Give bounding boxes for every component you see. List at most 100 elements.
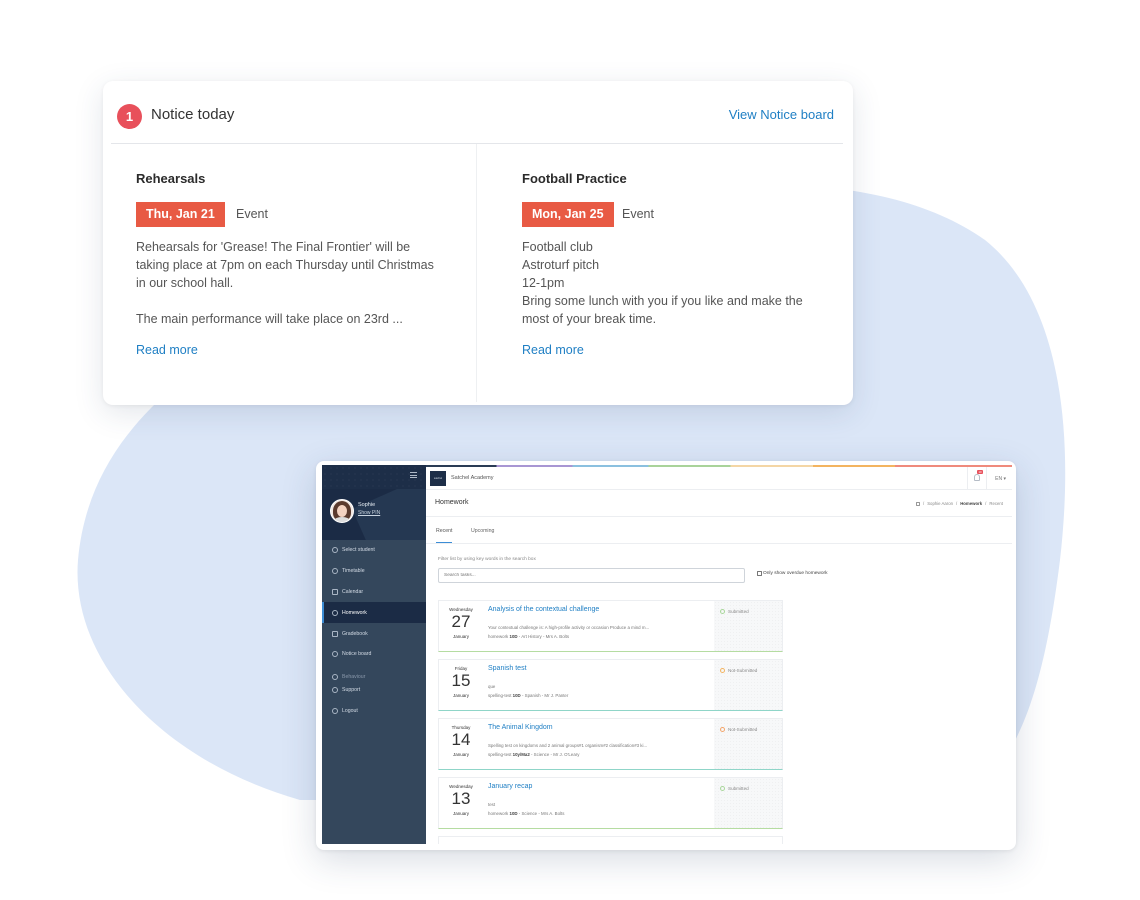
- homework-description: que: [488, 684, 496, 689]
- school-logo: satchel: [430, 470, 446, 486]
- sidebar-item-notice-board[interactable]: Notice board: [322, 644, 426, 665]
- main-content: satchel Satchel Academy 10 EN ▾ Homework…: [426, 465, 1012, 844]
- sidebar-item-label: Notice board: [342, 651, 372, 658]
- sidebar-item-calendar[interactable]: Calendar: [322, 582, 426, 603]
- calendar-icon: [332, 588, 338, 595]
- breadcrumb-item[interactable]: Homework: [960, 501, 982, 506]
- tab-recent[interactable]: Recent: [436, 528, 453, 543]
- sidebar-item-label: Calendar: [342, 588, 364, 595]
- homework-title[interactable]: Analysis of the contextual challenge: [488, 606, 599, 613]
- divider: [111, 143, 843, 144]
- notice-count-badge: 1: [117, 104, 142, 129]
- homework-item[interactable]: Friday 15 January Spanish test que spell…: [438, 659, 783, 711]
- homework-day: 27: [451, 612, 471, 631]
- profile-panel: Sophie Show PIN: [322, 489, 426, 540]
- sidebar-item-label: Timetable: [342, 568, 365, 575]
- book-icon: [332, 630, 338, 637]
- overdue-filter[interactable]: Only show overdue homework: [757, 571, 828, 576]
- power-icon: [332, 707, 338, 714]
- homework-day: 13: [451, 789, 471, 808]
- homework-title[interactable]: The Animal Kingdom: [488, 724, 553, 731]
- home-icon[interactable]: [915, 501, 920, 506]
- sidebar-item-label: Select student: [342, 547, 375, 554]
- sidebar: Sophie Show PIN Select student Timetable…: [322, 465, 426, 844]
- sidebar-item-behaviour[interactable]: Behaviour: [322, 665, 426, 680]
- overdue-label: Only show overdue homework: [763, 571, 828, 576]
- notice-body-line: Bring some lunch with you if you like an…: [522, 294, 803, 326]
- show-pin-link[interactable]: Show PIN: [358, 510, 380, 516]
- user-icon: [332, 609, 338, 616]
- sidebar-item-logout[interactable]: Logout: [322, 701, 426, 722]
- sidebar-item-support[interactable]: Support: [322, 680, 426, 701]
- notice-body-line: 12-1pm: [522, 276, 565, 290]
- homework-description: test: [488, 802, 496, 807]
- sidebar-item-select-student[interactable]: Select student: [322, 540, 426, 561]
- read-more-link[interactable]: Read more: [136, 343, 198, 357]
- breadcrumb-item[interactable]: Sophie Aaron: [927, 501, 953, 506]
- column-divider: [476, 144, 477, 402]
- notice-body-line: Rehearsals for 'Grease! The Final Fronti…: [136, 240, 434, 290]
- notice-date-badge: Mon, Jan 25: [522, 202, 614, 227]
- notice-title: Notice today: [151, 106, 235, 123]
- notice-item-title: Rehearsals: [136, 171, 206, 186]
- language-selector[interactable]: EN ▾: [995, 476, 1006, 482]
- avatar: [330, 499, 354, 523]
- hamburger-menu-icon[interactable]: [410, 472, 417, 478]
- notice-header: 1 Notice today View Notice board: [103, 81, 853, 144]
- notification-count: 10: [977, 469, 983, 474]
- sidebar-item-label: Gradebook: [342, 630, 368, 637]
- notice-body: Rehearsals for 'Grease! The Final Fronti…: [136, 238, 436, 328]
- profile-name: Sophie: [358, 502, 376, 508]
- filter-label: Filter list by using key words in the se…: [438, 557, 536, 562]
- read-more-link[interactable]: Read more: [522, 343, 584, 357]
- homework-day: 14: [451, 730, 471, 749]
- pin-icon: [332, 651, 338, 658]
- notice-body-line: The main performance will take place on …: [136, 312, 403, 326]
- homework-month: January: [452, 634, 469, 639]
- sidebar-item-homework[interactable]: Homework: [322, 602, 426, 624]
- notice-body-line: Football club: [522, 240, 593, 254]
- homework-month: January: [452, 752, 469, 757]
- sidebar-item-gradebook[interactable]: Gradebook: [322, 623, 426, 644]
- page-title: Homework: [435, 499, 469, 506]
- homework-description: Spelling test on kingdoms and 2 animal g…: [488, 743, 648, 748]
- search-input[interactable]: [438, 568, 745, 583]
- notice-item-title: Football Practice: [522, 171, 627, 186]
- overdue-checkbox[interactable]: [757, 571, 762, 576]
- breadcrumb-item: Recent: [989, 501, 1003, 506]
- homework-list: Wednesday 27 January Analysis of the con…: [438, 600, 783, 844]
- status-label: Submitted: [728, 609, 749, 614]
- school-name: Satchel Academy: [451, 474, 494, 481]
- homework-status: Submitted: [714, 601, 782, 651]
- app-window: Sophie Show PIN Select student Timetable…: [322, 465, 1012, 844]
- homework-month: January: [452, 811, 469, 816]
- sidebar-item-timetable[interactable]: Timetable: [322, 561, 426, 582]
- page-header: Homework / Sophie Aaron / Homework / Rec…: [426, 490, 1012, 517]
- view-notice-board-link[interactable]: View Notice board: [729, 107, 834, 122]
- homework-item[interactable]: Thursday 14 January The Animal Kingdom S…: [438, 718, 783, 770]
- notice-body-line: [136, 292, 436, 310]
- notifications-button[interactable]: 10: [967, 466, 987, 490]
- notice-type: Event: [622, 207, 654, 221]
- homework-item[interactable]: Wednesday 27 January Analysis of the con…: [438, 600, 783, 652]
- sidebar-top: [322, 465, 426, 489]
- sidebar-item-label: Logout: [342, 707, 358, 714]
- homework-item[interactable]: Wednesday 13 January January recap test …: [438, 777, 783, 829]
- sidebar-item-label: Homework: [342, 609, 367, 616]
- check-circle-icon: [720, 609, 725, 614]
- notice-date-badge: Thu, Jan 21: [136, 202, 225, 227]
- warning-icon: [720, 668, 725, 673]
- status-label: Not-Submitted: [728, 668, 758, 673]
- top-bar: satchel Satchel Academy 10 EN ▾: [426, 466, 1012, 490]
- notice-type: Event: [236, 207, 268, 221]
- homework-title[interactable]: January recap: [488, 783, 532, 790]
- homework-item-partial: [438, 836, 783, 844]
- homework-title[interactable]: Spanish test: [488, 665, 527, 672]
- lifebuoy-icon: [332, 687, 338, 694]
- homework-day: 15: [451, 671, 471, 690]
- tab-upcoming[interactable]: Upcoming: [471, 528, 494, 542]
- homework-status: Not-Submitted: [714, 719, 782, 769]
- bell-icon: [332, 568, 338, 575]
- notice-body: Football club Astroturf pitch 12-1pm Bri…: [522, 238, 822, 328]
- sidebar-nav: Select student Timetable Calendar Homewo…: [322, 540, 426, 721]
